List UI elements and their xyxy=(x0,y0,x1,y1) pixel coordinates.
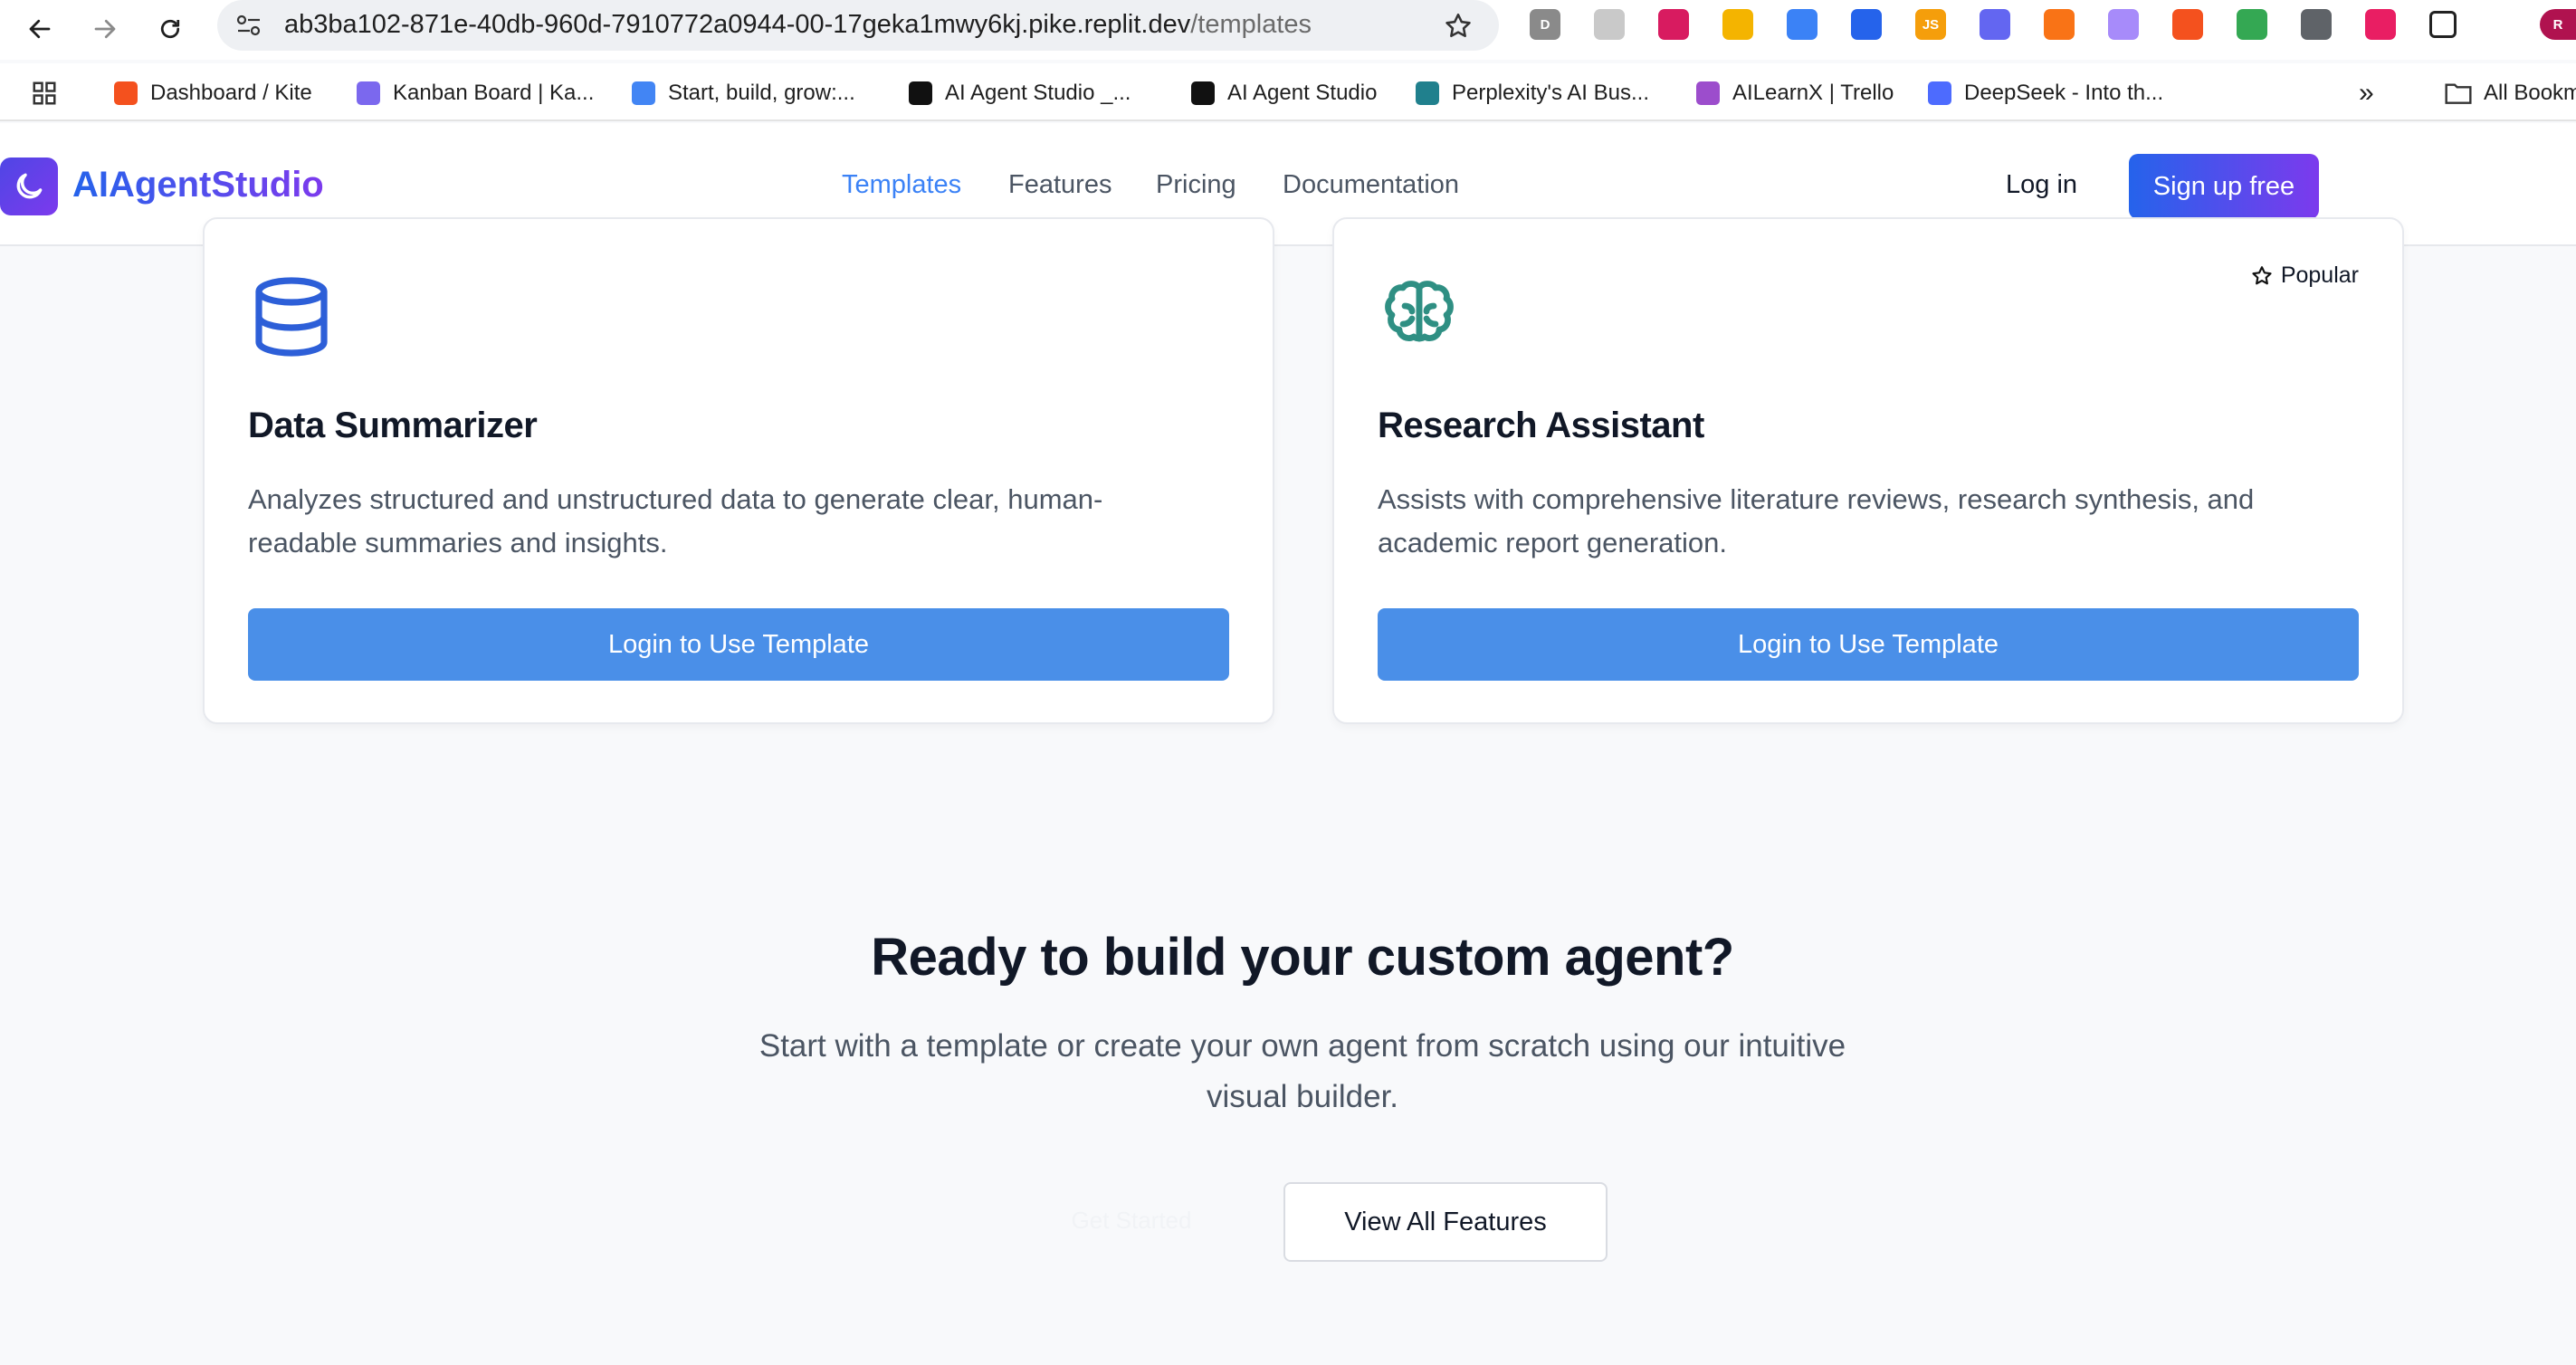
login-to-use-template-button[interactable]: Login to Use Template xyxy=(248,608,1229,681)
login-to-use-template-button[interactable]: Login to Use Template xyxy=(1378,608,2359,681)
nav-documentation[interactable]: Documentation xyxy=(1283,170,1459,200)
template-card-data-summarizer: Data Summarizer Analyzes structured and … xyxy=(203,217,1274,724)
card-title: Data Summarizer xyxy=(248,406,538,445)
google-icon xyxy=(632,81,655,105)
apps-grid-icon[interactable] xyxy=(31,78,58,109)
openai-icon xyxy=(909,81,932,105)
cta-subtitle: Start with a template or create your own… xyxy=(758,1028,1846,1114)
bookmark-label: Dashboard / Kite xyxy=(150,81,312,105)
nav-templates[interactable]: Templates xyxy=(842,170,961,200)
login-link[interactable]: Log in xyxy=(2006,170,2077,200)
popular-label: Popular xyxy=(2280,262,2359,288)
bookmark-item[interactable]: AILearnX | Trello xyxy=(1696,78,1894,109)
clickup-icon xyxy=(357,81,380,105)
card-description: Assists with comprehensive literature re… xyxy=(1378,483,2255,558)
bookmark-item[interactable]: Perplexity's AI Bus... xyxy=(1416,78,1649,109)
puzzle-icon[interactable] xyxy=(2429,11,2457,38)
bookmark-star-icon[interactable] xyxy=(1443,11,1474,42)
bookmarks-bar: Dashboard / Kite Kanban Board | Ka... Star… xyxy=(0,63,2576,121)
nav-pricing[interactable]: Pricing xyxy=(1156,170,1236,200)
image-extension-icon[interactable] xyxy=(1594,9,1625,40)
view-all-features-button[interactable]: View All Features xyxy=(1283,1182,1608,1262)
back-icon[interactable] xyxy=(22,11,58,47)
search-extension-icon[interactable] xyxy=(1722,9,1753,40)
trello-icon xyxy=(1696,81,1720,105)
star-icon xyxy=(2252,265,2272,284)
deepseek-icon xyxy=(1928,81,1951,105)
get-started-button[interactable]: Get Started xyxy=(1041,1195,1222,1246)
database-icon xyxy=(255,277,328,357)
profile-avatar[interactable]: R xyxy=(2540,9,2576,40)
bookmark-item[interactable]: AI Agent Studio xyxy=(1191,78,1377,109)
bookmark-item[interactable]: Kanban Board | Ka... xyxy=(357,78,594,109)
bookmark-label: Perplexity's AI Bus... xyxy=(1452,81,1650,105)
bookmark-item[interactable]: Dashboard / Kite xyxy=(114,78,312,109)
cta-title: Ready to build your custom agent? xyxy=(871,928,1734,987)
card-description: Analyzes structured and unstructured dat… xyxy=(248,483,1103,558)
reload-icon[interactable] xyxy=(152,11,188,47)
play-extension-icon[interactable] xyxy=(1658,9,1689,40)
grid-extension-icon[interactable] xyxy=(1980,9,2010,40)
kite-icon xyxy=(114,81,138,105)
bookmark-label: DeepSeek - Into th... xyxy=(1964,81,2164,105)
diamond-extension-icon[interactable] xyxy=(1787,9,1818,40)
tag-extension-icon[interactable] xyxy=(1851,9,1882,40)
bookmark-label: Kanban Board | Ka... xyxy=(393,81,595,105)
cart-extension-icon[interactable] xyxy=(2237,9,2267,40)
d-extension-icon[interactable]: D xyxy=(1530,9,1560,40)
bookmark-item[interactable]: Start, build, grow:... xyxy=(632,78,855,109)
popular-badge: Popular xyxy=(2250,262,2359,289)
more-bookmarks-icon[interactable]: » xyxy=(2359,78,2374,109)
info-extension-icon[interactable] xyxy=(2301,9,2332,40)
browser-toolbar: ab3ba102-871e-40db-960d-7910772a0944-00-… xyxy=(0,0,2576,60)
template-card-research-assistant: Popular Research Assistant Assists with … xyxy=(1332,217,2404,724)
signup-button[interactable]: Sign up free xyxy=(2129,154,2319,219)
forward-icon[interactable] xyxy=(87,11,123,47)
bookmark-label: AI Agent Studio xyxy=(1227,81,1378,105)
brand-name[interactable]: AIAgentStudio xyxy=(72,165,324,205)
brave-extension-icon[interactable] xyxy=(2172,9,2203,40)
js-extension-icon[interactable]: JS xyxy=(1915,9,1946,40)
color-extension-icon[interactable] xyxy=(2365,9,2396,40)
address-bar[interactable]: ab3ba102-871e-40db-960d-7910772a0944-00-… xyxy=(217,0,1499,51)
url-text: ab3ba102-871e-40db-960d-7910772a0944-00-… xyxy=(284,10,1312,39)
bookmark-item[interactable]: AI Agent Studio _... xyxy=(909,78,1131,109)
chess-extension-icon[interactable] xyxy=(2044,9,2075,40)
bookmark-label: AI Agent Studio _... xyxy=(945,81,1131,105)
brain-icon xyxy=(1385,281,1454,342)
card-title: Research Assistant xyxy=(1378,406,1704,445)
bookmark-label: AILearnX | Trello xyxy=(1732,81,1894,105)
bookmark-label: Start, build, grow:... xyxy=(668,81,855,105)
bookmark-item[interactable]: DeepSeek - Into th... xyxy=(1928,78,2163,109)
all-bookmarks-folder[interactable]: All Bookm xyxy=(2444,78,2576,109)
notion-icon xyxy=(1191,81,1215,105)
perplexity-icon xyxy=(1416,81,1439,105)
logo-moon-icon[interactable] xyxy=(0,158,58,215)
site-settings-icon[interactable] xyxy=(235,13,262,38)
folder-icon xyxy=(2445,83,2472,104)
face-extension-icon[interactable] xyxy=(2108,9,2139,40)
nav-features[interactable]: Features xyxy=(1008,170,1111,200)
